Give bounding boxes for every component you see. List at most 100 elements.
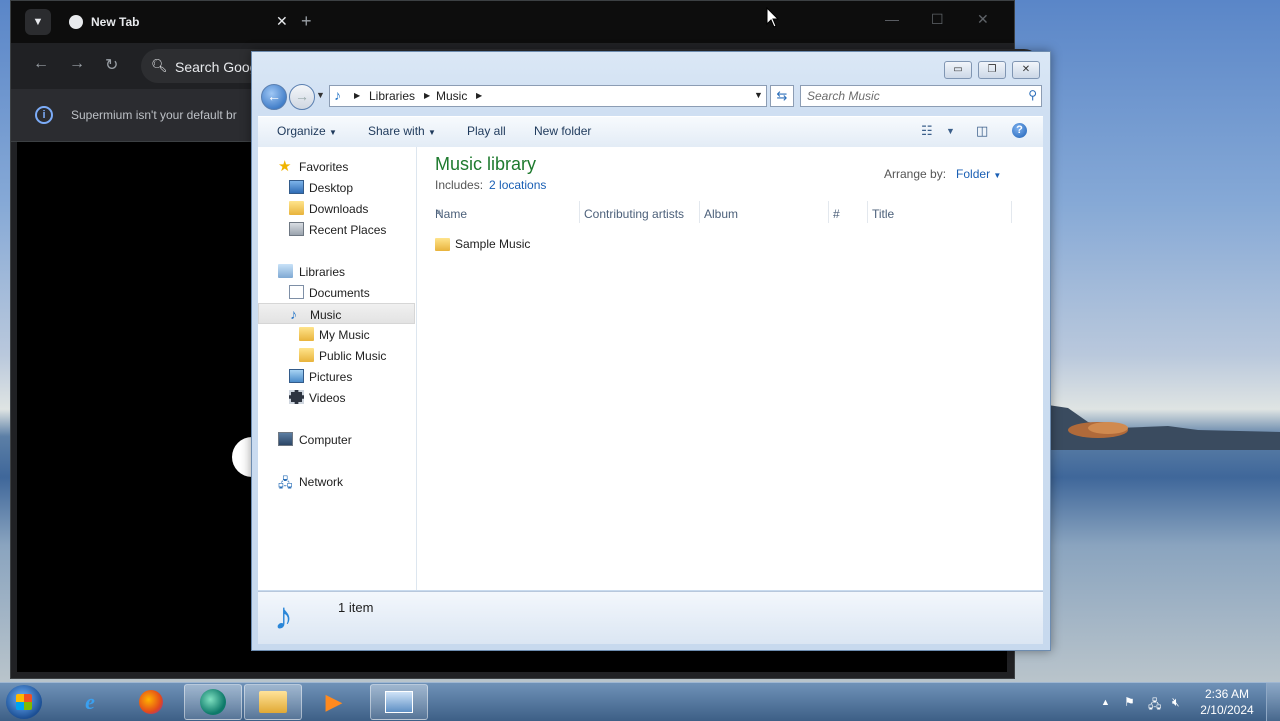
tab-search-button[interactable]: ▼	[25, 9, 51, 35]
computer-icon	[278, 432, 293, 446]
tab-close-icon[interactable]: ✕	[276, 13, 288, 30]
media-player-icon: ▶	[325, 689, 343, 714]
column-headers: Name ▲ Contributing artists Album # Titl…	[431, 201, 1029, 223]
windows-logo-icon	[16, 694, 32, 710]
share-with-button[interactable]: Share with ▼	[368, 124, 436, 138]
breadcrumb-separator-icon[interactable]: ▶	[476, 91, 482, 100]
new-folder-button[interactable]: New folder	[534, 124, 591, 138]
nav-item-computer[interactable]: Computer	[258, 429, 415, 450]
nav-item-documents[interactable]: Documents	[258, 282, 415, 303]
nav-item-music[interactable]: ♪ Music	[258, 303, 415, 324]
nav-item-libraries[interactable]: Libraries	[258, 261, 415, 282]
start-button[interactable]	[6, 685, 42, 719]
chevron-down-icon: ▼	[329, 128, 337, 137]
column-track-number[interactable]: #	[829, 201, 868, 223]
taskbar-media-player[interactable]: ▶	[305, 684, 363, 720]
address-bar[interactable]: ♪ ▶ Libraries ▶ Music ▶ ▼	[329, 85, 767, 107]
volume-muted-icon[interactable]: 🔇︎	[1172, 695, 1180, 710]
preview-pane-icon[interactable]: ◫	[976, 123, 988, 139]
refresh-button[interactable]: ⇆	[770, 85, 794, 107]
column-contributing-artists[interactable]: Contributing artists	[580, 201, 700, 223]
search-box[interactable]: ⚲	[800, 85, 1042, 107]
nav-label: Videos	[309, 391, 346, 405]
help-icon[interactable]: ?	[1012, 123, 1027, 138]
nav-item-recent-places[interactable]: Recent Places	[258, 219, 415, 240]
tab-favicon-icon	[69, 15, 83, 29]
navigation-pane: ★ Favorites Desktop Downloads Recent Pla…	[258, 147, 417, 590]
column-label: Contributing artists	[584, 207, 685, 221]
library-includes: Includes: 2 locations	[435, 178, 546, 192]
close-button[interactable]: ✕	[1012, 61, 1040, 79]
command-bar: Organize ▼ Share with ▼ Play all New fol…	[258, 116, 1043, 148]
system-clock[interactable]: 2:36 AM 2/10/2024	[1196, 686, 1258, 718]
nav-label: Libraries	[299, 265, 346, 279]
search-input[interactable]	[805, 87, 1019, 105]
network-tray-icon[interactable]: 🖧	[1148, 695, 1161, 716]
taskbar-windows-explorer[interactable]	[244, 684, 302, 720]
breadcrumb-music[interactable]: Music	[436, 89, 467, 103]
forward-button[interactable]: →	[289, 84, 315, 110]
folder-icon	[435, 238, 450, 251]
nav-item-videos[interactable]: Videos	[258, 387, 415, 408]
show-hidden-icons-icon[interactable]: ▲	[1101, 697, 1110, 707]
libraries-icon	[278, 264, 293, 278]
view-dropdown-icon[interactable]: ▼	[946, 126, 955, 136]
column-name[interactable]: Name ▲	[431, 201, 580, 223]
organize-label: Organize	[277, 124, 326, 138]
address-history-dropdown[interactable]: ▼	[754, 90, 763, 100]
taskbar-firefox[interactable]	[122, 684, 180, 720]
nav-item-downloads[interactable]: Downloads	[258, 198, 415, 219]
nav-item-pictures[interactable]: Pictures	[258, 366, 415, 387]
arrange-value: Folder	[956, 167, 991, 181]
play-all-button[interactable]: Play all	[467, 124, 506, 138]
back-button[interactable]: ←	[261, 84, 287, 110]
column-album[interactable]: Album	[700, 201, 829, 223]
nav-item-network[interactable]: 🖧 Network	[258, 471, 415, 492]
nav-item-favorites[interactable]: ★ Favorites	[258, 156, 415, 177]
firefox-icon	[139, 690, 163, 714]
taskbar-supermium[interactable]	[184, 684, 242, 720]
nav-item-public-music[interactable]: Public Music	[258, 345, 415, 366]
arrange-by: Arrange by: Folder ▼	[884, 167, 1001, 181]
share-with-label: Share with	[368, 124, 425, 138]
taskbar-remote-desktop[interactable]	[370, 684, 428, 720]
arrange-label: Arrange by:	[884, 167, 947, 181]
videos-icon	[289, 390, 304, 404]
breadcrumb-separator-icon[interactable]: ▶	[424, 91, 430, 100]
chevron-down-icon: ▼	[993, 171, 1002, 180]
breadcrumb-libraries[interactable]: Libraries	[369, 89, 415, 103]
forward-icon[interactable]: →	[69, 55, 85, 73]
arrange-by-dropdown[interactable]: Folder ▼	[956, 167, 1001, 181]
nav-label: Pictures	[309, 370, 353, 384]
taskbar-internet-explorer[interactable]: e	[61, 684, 119, 720]
nav-label: Desktop	[309, 181, 354, 195]
nav-item-desktop[interactable]: Desktop	[258, 177, 415, 198]
nav-item-my-music[interactable]: My Music	[258, 324, 415, 345]
item-count: 1 item	[338, 600, 374, 615]
browser-minimize-button[interactable]: —	[885, 11, 899, 27]
organize-button[interactable]: Organize ▼	[277, 124, 337, 138]
nav-label: Documents	[309, 286, 370, 300]
back-icon[interactable]: ←	[33, 55, 49, 73]
remote-desktop-icon	[385, 691, 413, 713]
tab-new-tab[interactable]: New Tab ✕	[61, 5, 301, 43]
supermium-icon	[200, 689, 226, 715]
nav-label: Music	[310, 308, 342, 322]
recent-pages-dropdown[interactable]: ▼	[316, 90, 325, 100]
show-desktop-button[interactable]	[1266, 683, 1280, 721]
library-title: Music library	[435, 154, 537, 174]
maximize-button[interactable]: ❐	[978, 61, 1006, 79]
search-icon[interactable]: ⚲	[1028, 88, 1037, 102]
browser-close-button[interactable]: ✕	[977, 11, 989, 28]
chevron-down-icon: ▼	[428, 128, 436, 137]
column-label: #	[833, 207, 840, 221]
reload-icon[interactable]: ↻	[105, 55, 118, 75]
action-center-flag-icon[interactable]: ⚑	[1124, 695, 1135, 709]
column-title[interactable]: Title	[868, 201, 1012, 223]
breadcrumb-separator-icon[interactable]: ▶	[354, 91, 360, 100]
view-options-icon[interactable]: ☷	[921, 123, 933, 139]
minimize-button[interactable]: ▭	[944, 61, 972, 79]
library-locations-link[interactable]: 2 locations	[489, 178, 546, 192]
browser-maximize-button[interactable]: ☐	[931, 11, 944, 28]
new-tab-button[interactable]: +	[301, 11, 312, 32]
